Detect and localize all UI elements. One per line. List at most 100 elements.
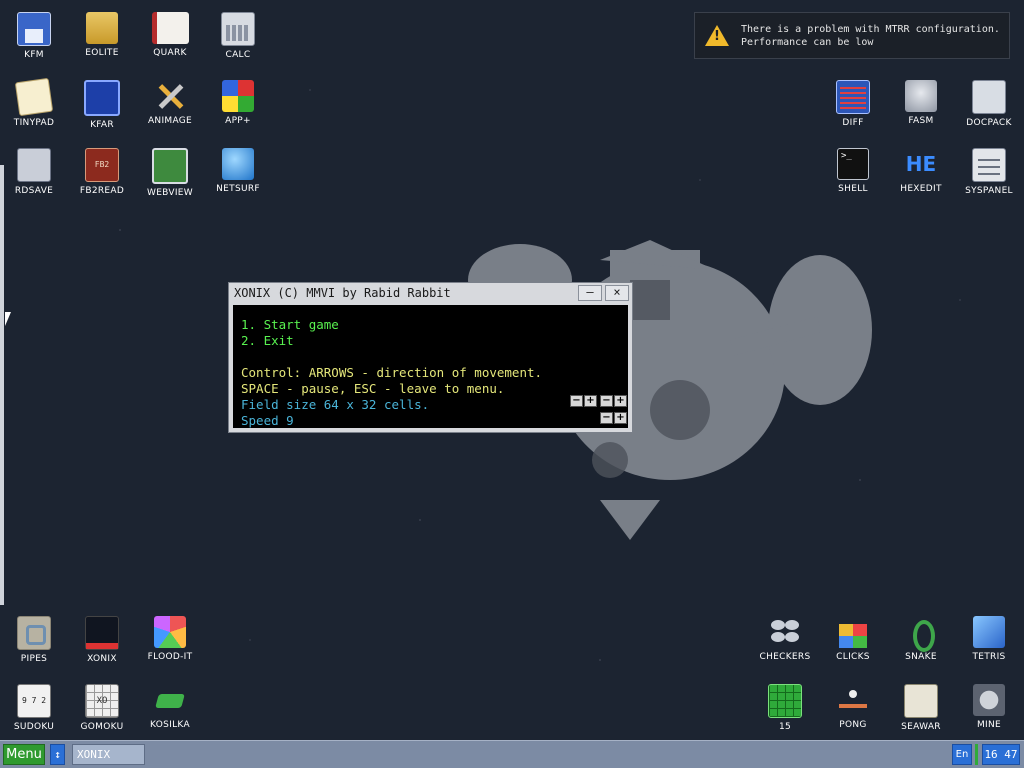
field-size-setting: Field size 64 x 32 cells.: [241, 397, 430, 412]
field-width-decrease-button[interactable]: −: [570, 395, 583, 407]
control-help-line-2: SPACE - pause, ESC - leave to menu.: [241, 381, 505, 396]
control-help-line-1: Control: ARROWS - direction of movement.: [241, 365, 543, 380]
desktop-icon-syspanel[interactable]: SYSPANEL: [955, 141, 1023, 209]
desktop-icon-flood-it[interactable]: FLOOD-IT: [136, 609, 204, 677]
notification-line-2: Performance can be low: [741, 37, 874, 48]
globe-icon: [222, 148, 254, 180]
desktop-icon-webview[interactable]: WEBVIEW: [136, 141, 204, 209]
speed-decrease-button[interactable]: −: [600, 412, 613, 424]
pencil-ruler-icon: [154, 80, 186, 112]
warning-icon: [705, 25, 729, 46]
desktop-icon-calc[interactable]: CALC: [204, 5, 272, 73]
desktop-icon-rdsave[interactable]: RDSAVE: [0, 141, 68, 209]
icon-label: RDSAVE: [14, 186, 54, 196]
notification-text: There is a problem with MTRR configurati…: [741, 23, 1000, 49]
field-height-increase-button[interactable]: +: [614, 395, 627, 407]
clock[interactable]: 16 47: [982, 744, 1020, 765]
desktop-icon-docpack[interactable]: DOCPACK: [955, 73, 1023, 141]
field-width-increase-button[interactable]: +: [584, 395, 597, 407]
plus-icon: +: [616, 395, 625, 406]
desktop-icon-clicks[interactable]: CLICKS: [819, 609, 887, 677]
desktop-icon-pipes[interactable]: PIPES: [0, 609, 68, 677]
plus-icon: +: [616, 412, 625, 423]
desktop-icon-seawar[interactable]: SEAWAR: [887, 677, 955, 745]
start-menu-button[interactable]: Menu: [3, 744, 45, 765]
desktop-icon-animage[interactable]: ANIMAGE: [136, 73, 204, 141]
desktop-icon-kosilka[interactable]: KOSILKA: [136, 677, 204, 745]
menu-exit[interactable]: 2. Exit: [241, 333, 294, 348]
desktop-icon-tetris[interactable]: TETRIS: [955, 609, 1023, 677]
desktop-icon-fb2read[interactable]: FB2 FB2READ: [68, 141, 136, 209]
fasm-icon: [905, 80, 937, 112]
icon-label: FLOOD-IT: [147, 652, 193, 662]
field-height-decrease-button[interactable]: −: [600, 395, 613, 407]
left-edge-panel: [0, 165, 4, 605]
minimize-icon: –: [586, 285, 594, 299]
control-panel-icon: [972, 148, 1006, 182]
xonix-menu-screen[interactable]: 1. Start game 2. Exit Control: ARROWS - …: [233, 305, 628, 428]
icon-label: CHECKERS: [759, 652, 811, 662]
desktop-icon-checkers[interactable]: CHECKERS: [751, 609, 819, 677]
speed-setting: Speed 9: [241, 413, 294, 428]
mtrr-warning-notification[interactable]: There is a problem with MTRR configurati…: [694, 12, 1010, 59]
desktop-icon-fasm[interactable]: FASM: [887, 73, 955, 141]
desktop-icon-mine[interactable]: MINE: [955, 677, 1023, 745]
taskbar: Menu ↕ XONIX En 16 47: [0, 740, 1024, 768]
fifteen-puzzle-icon: [768, 684, 802, 718]
desktop-icon-shell[interactable]: >_ SHELL: [819, 141, 887, 209]
mouse-pointer-icon: [5, 312, 11, 326]
desktop-icon-gomoku[interactable]: XO GOMOKU: [68, 677, 136, 745]
minimize-button[interactable]: –: [578, 285, 602, 301]
tetris-icon: [973, 616, 1005, 648]
desktop-icon-quark[interactable]: QUARK: [136, 5, 204, 73]
notepad-icon: [14, 77, 54, 117]
cabinet-icon: [972, 80, 1006, 114]
fb2-book-icon: FB2: [85, 148, 119, 182]
icon-label: HEXEDIT: [900, 184, 942, 194]
icon-label: EOLITE: [85, 48, 119, 58]
desktop-icon-app-plus[interactable]: APP+: [204, 73, 272, 141]
desktop-icon-tinypad[interactable]: TINYPAD: [0, 73, 68, 141]
icon-label: CLICKS: [836, 652, 870, 662]
minus-icon: −: [572, 395, 581, 406]
close-icon: ×: [613, 285, 621, 299]
switch-arrows-icon: ↕: [54, 748, 61, 761]
desktop: KFM EOLITE QUARK CALC TINYPAD KFAR ANIMA…: [0, 0, 1024, 740]
pong-icon: [837, 684, 869, 716]
close-button[interactable]: ×: [605, 285, 629, 301]
blocks-icon: [837, 616, 869, 648]
speed-increase-button[interactable]: +: [614, 412, 627, 424]
desktop-icon-kfar[interactable]: KFAR: [68, 73, 136, 141]
sea-battle-icon: [904, 684, 938, 718]
lawn-mower-icon: [154, 684, 186, 716]
desktop-icon-snake[interactable]: SNAKE: [887, 609, 955, 677]
taskbar-item-xonix[interactable]: XONIX: [72, 744, 145, 765]
desktop-icon-netsurf[interactable]: NETSURF: [204, 141, 272, 209]
desktop-icon-kfm[interactable]: KFM: [0, 5, 68, 73]
icon-label: DOCPACK: [966, 118, 1012, 128]
hex-editor-icon: HE: [905, 148, 937, 180]
icon-label: NETSURF: [216, 184, 260, 194]
menu-start-game[interactable]: 1. Start game: [241, 317, 339, 332]
calculator-icon: [221, 12, 255, 46]
window-title: XONIX (C) MMVI by Rabid Rabbit: [234, 286, 451, 300]
icon-label: QUARK: [153, 48, 187, 58]
notebook-icon: [151, 12, 189, 44]
desktop-icon-eolite[interactable]: EOLITE: [68, 5, 136, 73]
window-switch-button[interactable]: ↕: [50, 744, 65, 765]
desktop-icon-sudoku[interactable]: 9 7 2 SUDOKU: [0, 677, 68, 745]
keyboard-layout-button[interactable]: En: [952, 744, 972, 765]
xonix-window[interactable]: XONIX (C) MMVI by Rabid Rabbit – × 1. St…: [228, 282, 633, 433]
desktop-icon-xonix[interactable]: XONIX: [68, 609, 136, 677]
desktop-icon-pong[interactable]: PONG: [819, 677, 887, 745]
plus-icon: +: [586, 395, 595, 406]
icon-label: SHELL: [838, 184, 868, 194]
desktop-icon-hexedit[interactable]: HE HEXEDIT: [887, 141, 955, 209]
desktop-icon-diff[interactable]: DIFF: [819, 73, 887, 141]
icon-label: PONG: [839, 720, 867, 730]
desktop-icon-15[interactable]: 15: [751, 677, 819, 745]
gomoku-marks: XO: [96, 696, 108, 706]
icon-label: GOMOKU: [80, 722, 124, 732]
file-manager-icon: [84, 80, 120, 116]
gomoku-board-icon: XO: [85, 684, 119, 718]
